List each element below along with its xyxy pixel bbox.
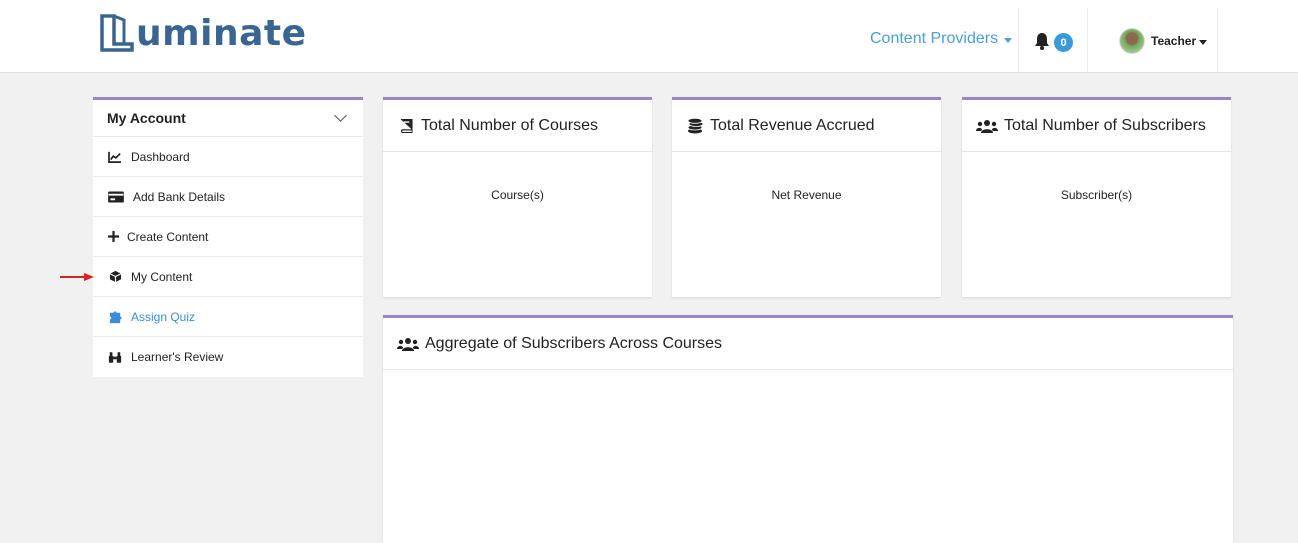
card-title: Total Revenue Accrued (710, 116, 875, 134)
book-icon (397, 117, 415, 135)
sidebar-item-add-bank-details[interactable]: Add Bank Details (93, 177, 363, 217)
bank-card-icon (107, 190, 125, 204)
bell-icon[interactable] (1032, 31, 1052, 51)
user-menu[interactable]: Teacher (1119, 28, 1208, 54)
card-body-label: Net Revenue (771, 188, 842, 202)
sidebar-item-label: Add Bank Details (133, 189, 226, 204)
logo-mark-icon (100, 14, 134, 52)
chart-line-icon (107, 150, 123, 164)
sidebar-item-dashboard[interactable]: Dashboard (93, 137, 363, 177)
card-title: Total Number of Courses (421, 116, 598, 134)
card-header: Total Revenue Accrued (672, 100, 941, 152)
card-body-label: Course(s) (491, 188, 544, 202)
user-name: Teacher (1151, 34, 1197, 48)
users-icon (976, 117, 998, 135)
logo-text: uminate (136, 12, 307, 54)
notification-count-badge: 0 (1054, 33, 1073, 52)
total-courses-card: Total Number of Courses Course(s) (383, 97, 652, 297)
sidebar-item-label: Dashboard (131, 149, 190, 164)
sidebar-header[interactable]: My Account (93, 100, 363, 137)
total-subscribers-card: Total Number of Subscribers Subscriber(s… (962, 97, 1231, 297)
divider (1217, 8, 1218, 72)
chevron-down-icon (334, 109, 347, 122)
binoculars-icon (107, 350, 123, 364)
content-providers-dropdown[interactable]: Content Providers (870, 30, 1013, 48)
sidebar-item-label: Create Content (127, 229, 209, 244)
divider (1087, 8, 1088, 72)
sidebar-item-create-content[interactable]: Create Content (93, 217, 363, 257)
sidebar-item-learners-review[interactable]: Learner's Review (93, 337, 363, 377)
card-title: Aggregate of Subscribers Across Courses (425, 334, 723, 352)
divider (1018, 8, 1019, 72)
card-header: Aggregate of Subscribers Across Courses (383, 318, 1233, 370)
caret-down-icon (1004, 37, 1013, 43)
sidebar-item-label: Learner's Review (131, 350, 224, 364)
sidebar-item-my-content[interactable]: My Content (93, 257, 363, 297)
red-arrow-icon (60, 273, 94, 281)
card-header: Total Number of Courses (383, 100, 652, 152)
avatar (1119, 28, 1145, 54)
total-revenue-card: Total Revenue Accrued Net Revenue (672, 97, 941, 297)
aggregate-subscribers-card: Aggregate of Subscribers Across Courses (383, 315, 1233, 543)
box-icon (107, 270, 123, 284)
card-body-label: Subscriber(s) (1060, 188, 1133, 202)
puzzle-icon (107, 310, 123, 324)
coins-icon (686, 117, 704, 135)
caret-down-icon (1199, 39, 1208, 45)
sidebar-title: My Account (107, 110, 186, 126)
top-navbar: uminate Content Providers 0 Teacher (0, 0, 1298, 73)
sidebar-item-label: My Content (131, 269, 193, 284)
sidebar-item-label: Assign Quiz (131, 309, 196, 324)
luminate-logo[interactable]: uminate (100, 10, 307, 56)
users-icon (397, 335, 419, 353)
card-title: Total Number of Subscribers (1004, 116, 1206, 134)
plus-icon (107, 230, 119, 244)
content-providers-label: Content Providers (870, 30, 999, 47)
account-sidebar: My Account Dashboard Add Bank Details Cr… (93, 97, 363, 377)
sidebar-item-assign-quiz[interactable]: Assign Quiz (93, 297, 363, 337)
card-header: Total Number of Subscribers (962, 100, 1231, 152)
